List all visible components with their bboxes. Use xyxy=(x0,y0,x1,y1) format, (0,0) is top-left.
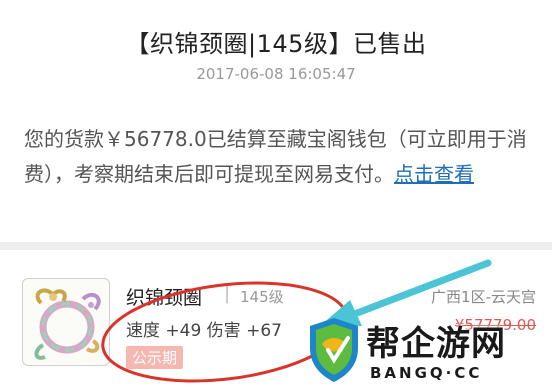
item-level: 145级 xyxy=(240,288,284,306)
watermark-brand: 帮企游网 xyxy=(366,324,506,364)
necklace-icon xyxy=(34,288,101,360)
name-level-separator: | xyxy=(224,283,231,304)
item-server: 广西1区-云天宫 xyxy=(431,288,536,306)
timestamp: 2017-06-08 16:05:47 xyxy=(196,65,356,83)
view-details-link[interactable]: 点击查看 xyxy=(394,162,474,186)
item-thumbnail[interactable] xyxy=(22,278,110,366)
status-badge: 公示期 xyxy=(126,346,184,369)
item-name[interactable]: 织锦颈圈 xyxy=(126,283,202,310)
watermark-domain: BANGQ·CC xyxy=(370,364,483,382)
shield-logo-icon xyxy=(310,318,358,382)
order-notification-card: 【织锦颈圈|145级】已售出 2017-06-08 16:05:47 您的货款￥… xyxy=(0,0,552,242)
site-watermark: 帮企游网 BANGQ·CC xyxy=(300,312,552,390)
message-body: 您的货款￥56778.0已结算至藏宝阁钱包（可立即用于消费），考察期结束后即可提… xyxy=(24,122,532,192)
page-title: 【织锦颈圈|145级】已售出 xyxy=(125,30,427,58)
item-stats: 速度 +49 伤害 +67 xyxy=(126,321,282,341)
